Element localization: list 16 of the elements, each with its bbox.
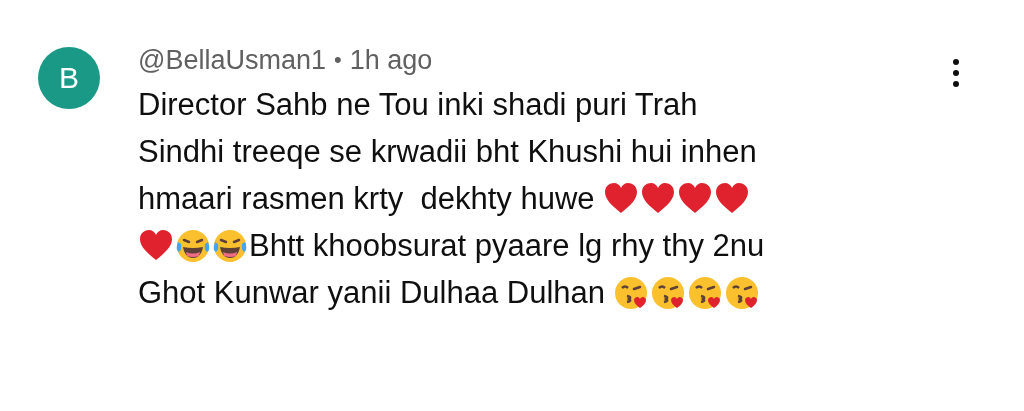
kissing-face-icon <box>687 274 723 311</box>
laughing-face-icon <box>175 227 211 264</box>
avatar[interactable]: B <box>38 47 100 109</box>
author-name[interactable]: @BellaUsman1 <box>138 44 326 76</box>
comment-text: Ghot Kunwar yanii Dulhaa Dulhan <box>138 274 605 311</box>
kissing-face-icon <box>613 274 649 311</box>
more-options-icon[interactable] <box>952 58 960 88</box>
kissing-face-icon <box>724 274 760 311</box>
laughing-face-icon <box>212 227 248 264</box>
comment-text: Director Sahb ne Tou inki shadi puri Trah <box>138 86 698 123</box>
kissing-face-icon <box>650 274 686 311</box>
comment-text: hmaari rasmen krty dekhty huwe <box>138 180 595 217</box>
comment-text: Bhtt khoobsurat pyaare lg rhy thy 2nu <box>249 227 765 264</box>
comment-time: 1h ago <box>349 44 433 76</box>
separator-dot: • <box>334 47 342 73</box>
comment-text: Sindhi treeqe se krwadii bht Khushi hui inhen <box>138 133 757 170</box>
